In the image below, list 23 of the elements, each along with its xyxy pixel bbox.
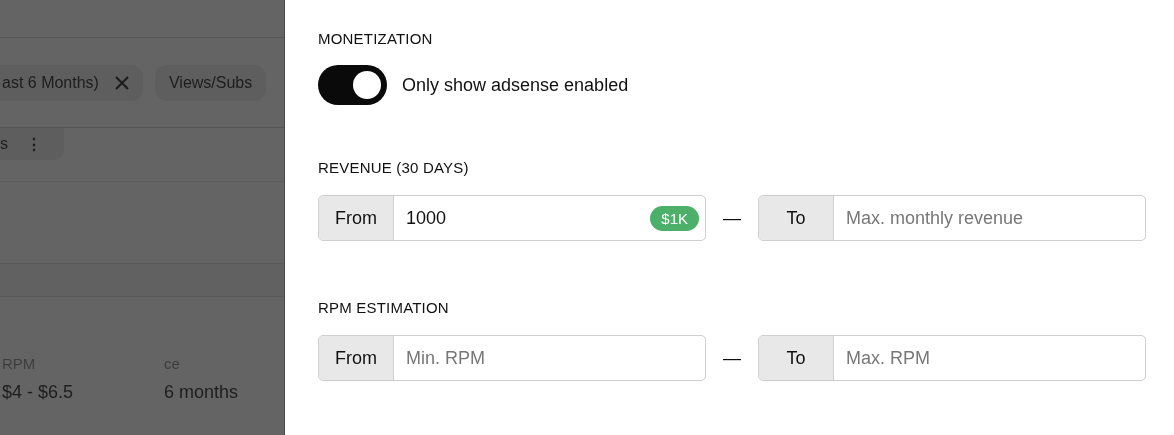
value-badge: $1K [650,205,699,231]
range-field[interactable]: To Max. RPM [758,335,1146,381]
input-field[interactable]: Min. RPM [394,347,705,369]
range-field[interactable]: To Max. monthly revenue [758,195,1146,241]
range-separator: — [722,347,742,369]
field-addon: To [759,336,834,380]
stat-value: 6 months [164,382,239,403]
toggle-switch[interactable] [318,65,387,105]
field-addon: To [759,196,834,240]
range-field[interactable]: From 1000 $1K [318,195,706,241]
toggle-label: Only show adsense enabled [402,74,629,96]
field-addon: From [319,196,394,240]
section-title: RPM ESTIMATION [318,299,450,316]
section-title: REVENUE (30 DAYS) [318,159,470,176]
input-field[interactable]: Max. RPM [834,347,1145,369]
range-separator: — [722,207,742,229]
range-field[interactable]: From Min. RPM [318,335,706,381]
input-field[interactable]: Max. monthly revenue [834,207,1145,229]
stat-value: $4 - $6.5 [2,382,75,403]
field-addon: From [319,336,394,380]
section-title: MONETIZATION [318,30,434,47]
input-field[interactable]: 1000 [394,207,651,229]
close-icon[interactable] [114,75,129,90]
